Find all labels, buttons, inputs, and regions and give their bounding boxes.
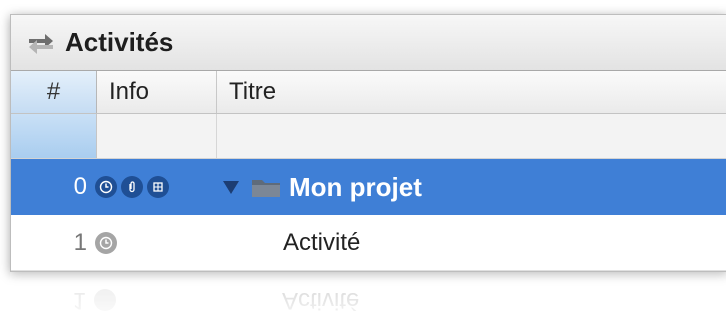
table-row-project[interactable]: 0 Mon projet bbox=[11, 159, 726, 215]
reflected-row-number: 1 bbox=[72, 287, 86, 314]
row-number: 1 bbox=[73, 228, 87, 256]
filter-row[interactable] bbox=[11, 114, 726, 159]
reflected-clock-icon bbox=[94, 289, 116, 311]
stage: Activités # Info Titre 0 Mon projet 1 Ac… bbox=[0, 0, 726, 328]
reflected-row-info bbox=[92, 289, 216, 311]
row-title-cell: Activité bbox=[217, 229, 726, 257]
clock-icon[interactable] bbox=[95, 231, 117, 254]
disclosure-triangle-icon[interactable] bbox=[221, 179, 241, 195]
column-header-info[interactable]: Info bbox=[97, 71, 217, 113]
activities-panel: Activités # Info Titre 0 Mon projet 1 Ac… bbox=[10, 14, 726, 272]
filter-cell-number[interactable] bbox=[11, 114, 97, 158]
reflected-activity-title: Activité bbox=[282, 287, 360, 314]
panel-title: Activités bbox=[65, 27, 174, 57]
filter-cell-info[interactable] bbox=[97, 114, 217, 158]
table-row-activity[interactable]: 1 Activité bbox=[11, 215, 726, 271]
project-title[interactable]: Mon projet bbox=[289, 172, 422, 203]
column-header-title[interactable]: Titre bbox=[217, 71, 726, 113]
reflected-row-title-cell: Activité bbox=[216, 286, 726, 314]
swap-arrows-icon[interactable] bbox=[25, 30, 57, 56]
column-header-number[interactable]: # bbox=[11, 71, 97, 113]
row-info-icons bbox=[93, 176, 217, 198]
paperclip-icon[interactable] bbox=[121, 176, 143, 198]
panel-reflection: 1 Activité bbox=[10, 272, 726, 328]
table-header: # Info Titre bbox=[11, 71, 726, 114]
folder-icon bbox=[252, 180, 280, 197]
activity-title[interactable]: Activité bbox=[283, 229, 360, 257]
panel-titlebar: Activités bbox=[11, 15, 726, 71]
clock-icon[interactable] bbox=[95, 176, 117, 198]
grid-icon[interactable] bbox=[147, 176, 169, 198]
row-title-cell: Mon projet bbox=[217, 172, 726, 203]
reflected-row: 1 Activité bbox=[10, 272, 726, 328]
row-number: 0 bbox=[73, 173, 87, 200]
row-info-icons bbox=[93, 231, 217, 254]
